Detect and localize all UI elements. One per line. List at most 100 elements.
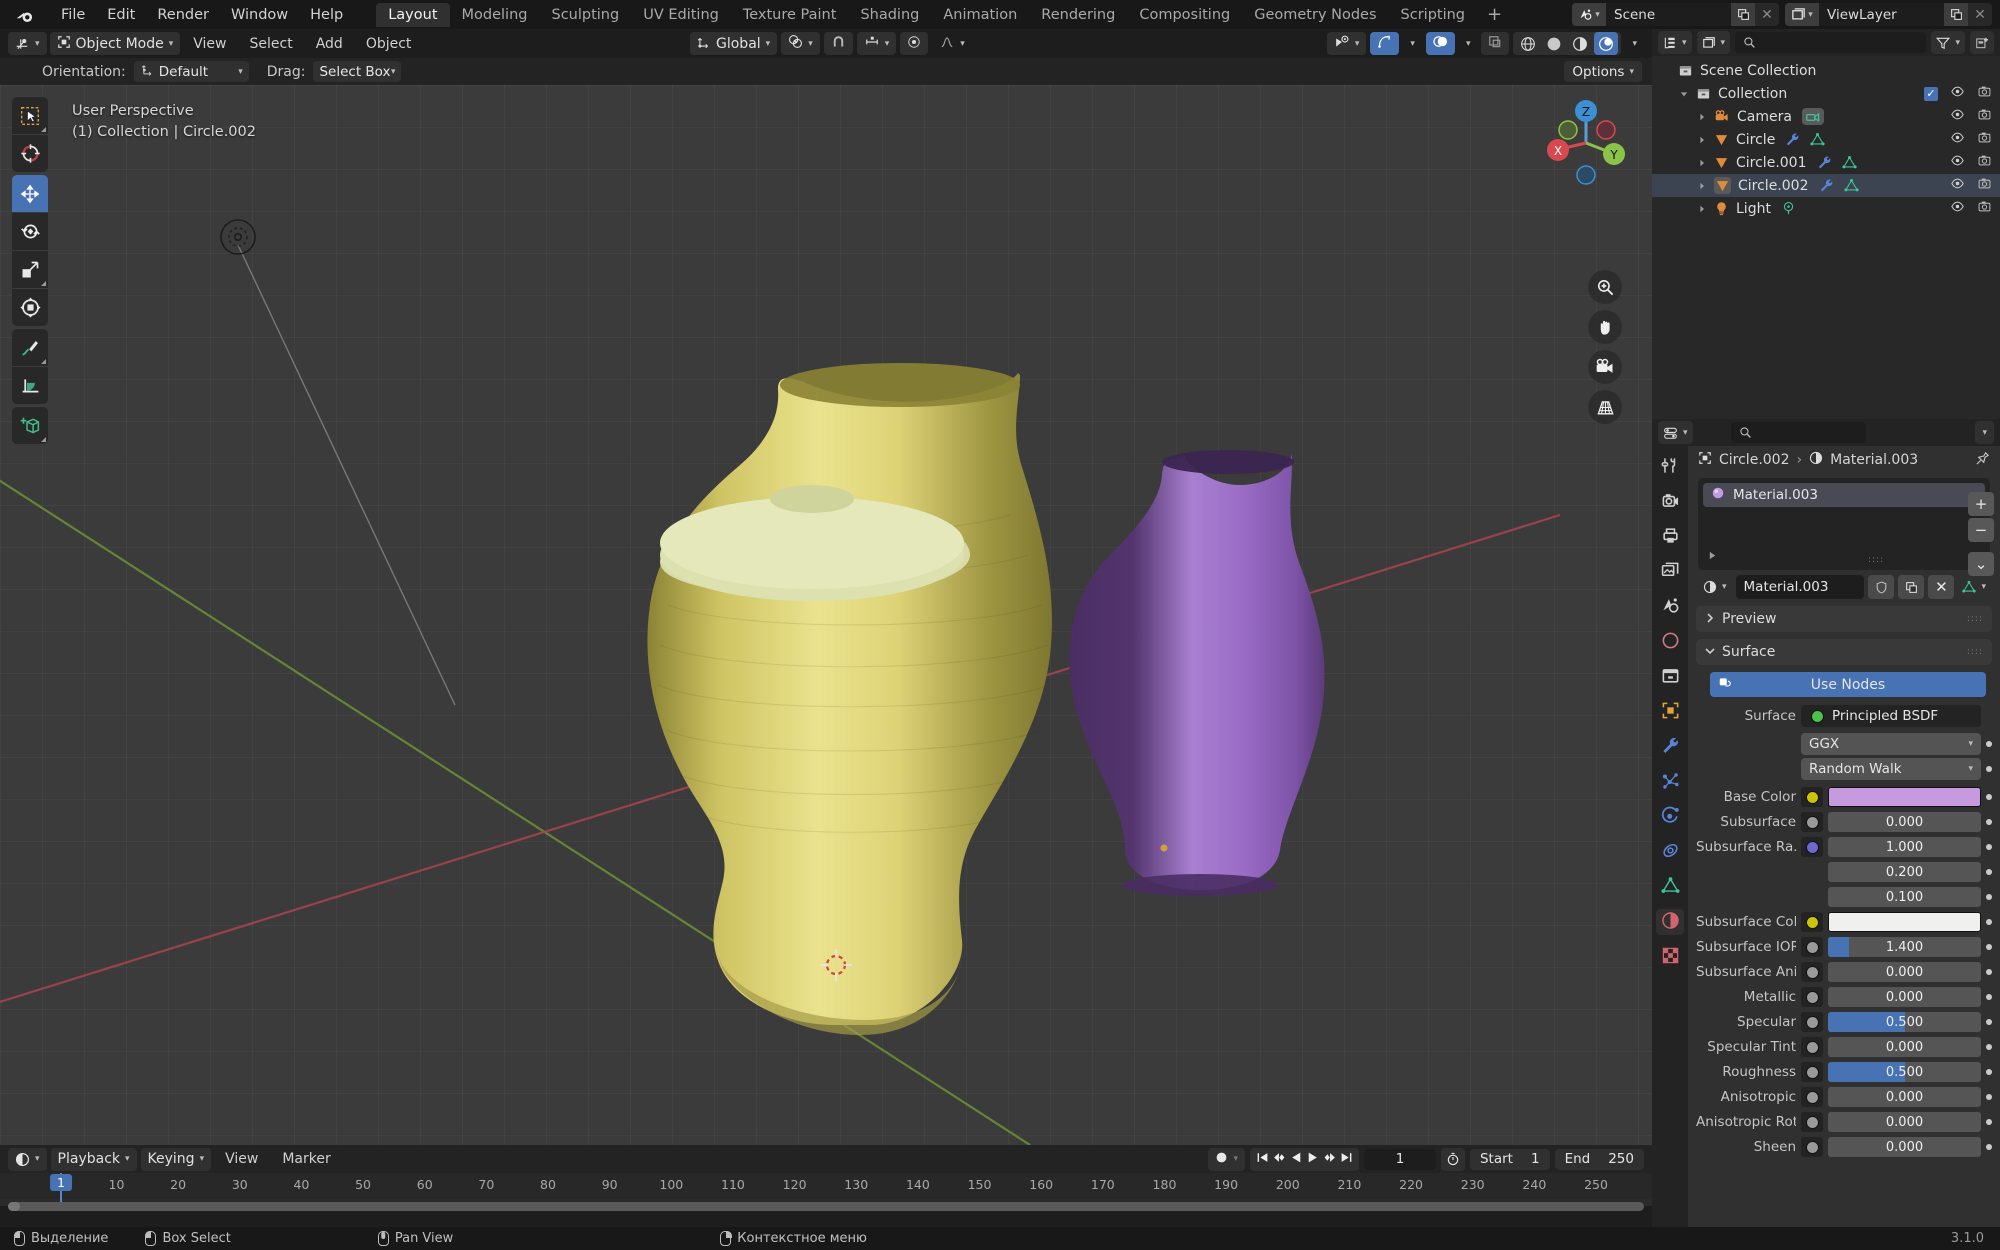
animate-dot[interactable] [1986, 869, 1992, 875]
animate-dot[interactable] [1986, 1144, 1992, 1150]
shader-input-value[interactable]: 0.000 [1828, 1137, 1981, 1157]
properties-tab-particles[interactable] [1656, 769, 1684, 795]
shading-rendered-icon[interactable] [1594, 32, 1619, 55]
gizmo-dropdown[interactable]: ▾ [1403, 32, 1422, 55]
viewport-menu-object[interactable]: Object [356, 36, 422, 52]
menu-help[interactable]: Help [299, 4, 354, 26]
gizmo-toggle[interactable] [1370, 32, 1400, 55]
shader-input-value[interactable]: 0.000 [1828, 1112, 1981, 1132]
prev-keyframe-icon[interactable] [1272, 1151, 1287, 1168]
timeline-menu-keying[interactable]: Keying ▾ [140, 1147, 212, 1171]
hide-in-viewport-icon[interactable] [1950, 85, 1965, 102]
menu-edit[interactable]: Edit [96, 4, 146, 26]
auto-keyframe-toggle[interactable]: ▾ [1208, 1147, 1245, 1171]
hide-in-viewport-icon[interactable] [1950, 177, 1965, 194]
transform-orientation-dropdown[interactable]: Global ▾ [690, 32, 778, 55]
shader-input-value[interactable]: 0.000 [1828, 812, 1981, 832]
workspace-tab-texture-paint[interactable]: Texture Paint [731, 3, 849, 27]
distribution-dropdown[interactable]: GGX ▾ [1801, 733, 1981, 755]
breadcrumb-material[interactable]: Material.003 [1830, 452, 1918, 468]
properties-tab-collection[interactable] [1656, 664, 1684, 690]
duplicate-icon[interactable] [1944, 3, 1968, 26]
animate-dot[interactable] [1986, 969, 1992, 975]
orientation-setting-dropdown[interactable]: Default ▾ [133, 61, 249, 82]
expand-arrow-icon[interactable] [1698, 155, 1714, 171]
properties-tab-modifiers[interactable] [1656, 734, 1684, 760]
animate-dot[interactable] [1986, 766, 1992, 772]
node-socket[interactable] [1801, 1087, 1823, 1107]
viewport-options-button[interactable]: Options ▾ [1564, 61, 1642, 82]
proportional-editing-toggle[interactable] [900, 32, 929, 55]
end-value[interactable]: 250 [1608, 1151, 1634, 1167]
object-visibility-dropdown[interactable]: ▾ [1326, 32, 1367, 55]
material-name-field[interactable]: Material.003 [1735, 575, 1865, 599]
drag-setting-dropdown[interactable]: Select Box ▾ [313, 61, 402, 82]
material-slot-list[interactable]: Material.003 :::: [1698, 478, 1990, 570]
animate-dot[interactable] [1986, 994, 1992, 1000]
collapse-arrow-icon[interactable] [1680, 86, 1696, 102]
move-tool-button[interactable] [12, 175, 48, 212]
properties-search-input[interactable] [1730, 422, 1866, 443]
properties-tab-texture[interactable] [1656, 944, 1684, 970]
menu-file[interactable]: File [50, 4, 96, 26]
frame-range-start[interactable]: Start 1 [1469, 1148, 1550, 1170]
mesh-data-icon[interactable] [1841, 155, 1857, 170]
outliner-row-camera[interactable]: Camera [1652, 105, 2000, 128]
filter-id-icon[interactable]: ▾ [1696, 31, 1731, 54]
animate-dot[interactable] [1986, 1094, 1992, 1100]
scale-tool-button[interactable] [12, 251, 48, 288]
disable-in-render-icon[interactable] [1977, 200, 1992, 217]
workspace-tab-uv-editing[interactable]: UV Editing [631, 3, 731, 27]
shading-wireframe-icon[interactable] [1516, 32, 1540, 55]
properties-tab-material[interactable] [1656, 909, 1684, 935]
start-value[interactable]: 1 [1531, 1151, 1540, 1167]
timeline-scrollbar-knob[interactable] [8, 1202, 20, 1211]
outliner-tree[interactable]: Scene Collection Collection ✓ Camera Circle C… [1652, 56, 2000, 220]
mesh-data-icon[interactable] [1843, 178, 1859, 193]
material-slot-item[interactable]: Material.003 [1703, 483, 1985, 507]
new-collection-icon[interactable] [1970, 31, 1994, 54]
workspace-tab-geometry-nodes[interactable]: Geometry Nodes [1242, 3, 1388, 27]
proportional-falloff-dropdown[interactable]: ▾ [932, 32, 972, 55]
tweak-tool-button[interactable] [12, 97, 48, 134]
overlays-toggle[interactable] [1425, 32, 1455, 55]
expand-triangle-icon[interactable] [1708, 548, 1717, 564]
animate-dot[interactable] [1986, 944, 1992, 950]
navigation-gizmo[interactable]: Z Y X [1540, 97, 1632, 189]
shader-color-swatch[interactable] [1828, 787, 1981, 807]
properties-tab-data[interactable] [1656, 874, 1684, 900]
breadcrumb-object[interactable]: Circle.002 [1719, 452, 1790, 468]
hide-in-viewport-icon[interactable] [1950, 108, 1965, 125]
mesh-data-icon[interactable] [1810, 132, 1825, 147]
blender-logo-icon[interactable] [14, 4, 36, 26]
properties-tab-output[interactable] [1656, 524, 1684, 550]
remove-material-slot-button[interactable]: − [1968, 518, 1994, 542]
unlink-x-icon[interactable]: ✕ [1928, 575, 1955, 599]
stopwatch-icon[interactable] [1440, 1147, 1465, 1171]
animate-dot[interactable] [1986, 1069, 1992, 1075]
properties-tab-view-layer[interactable] [1656, 559, 1684, 585]
animate-dot[interactable] [1986, 819, 1992, 825]
animate-dot[interactable] [1986, 1119, 1992, 1125]
timeline-menu-marker[interactable]: Marker [272, 1151, 340, 1167]
overlays-dropdown[interactable]: ▾ [1459, 32, 1478, 55]
node-socket[interactable] [1801, 837, 1823, 857]
scene-icon[interactable]: ▾ [1572, 3, 1606, 26]
add-workspace-button[interactable]: + [1477, 4, 1512, 25]
add-material-slot-button[interactable]: + [1968, 492, 1994, 516]
outliner-row-scene-collection[interactable]: Scene Collection [1652, 59, 2000, 82]
editor-type-3dview-icon[interactable]: ▾ [8, 32, 47, 55]
subsurface-method-dropdown[interactable]: Random Walk ▾ [1801, 758, 1981, 780]
hide-in-viewport-icon[interactable] [1950, 200, 1965, 217]
properties-tab-world[interactable] [1656, 629, 1684, 655]
hide-in-viewport-icon[interactable] [1950, 154, 1965, 171]
menu-window[interactable]: Window [220, 4, 299, 26]
snap-magnet-toggle[interactable] [823, 32, 853, 55]
animate-dot[interactable] [1986, 844, 1992, 850]
workspace-tab-rendering[interactable]: Rendering [1029, 3, 1127, 27]
shader-input-value[interactable]: 0.000 [1828, 1087, 1981, 1107]
shading-dropdown[interactable]: ▾ [1625, 32, 1644, 55]
wrench-modifier-icon[interactable] [1819, 178, 1834, 193]
timeline-editor-icon[interactable]: ▾ [8, 1147, 47, 1171]
viewlayer-name[interactable]: ViewLayer [1819, 3, 1944, 26]
